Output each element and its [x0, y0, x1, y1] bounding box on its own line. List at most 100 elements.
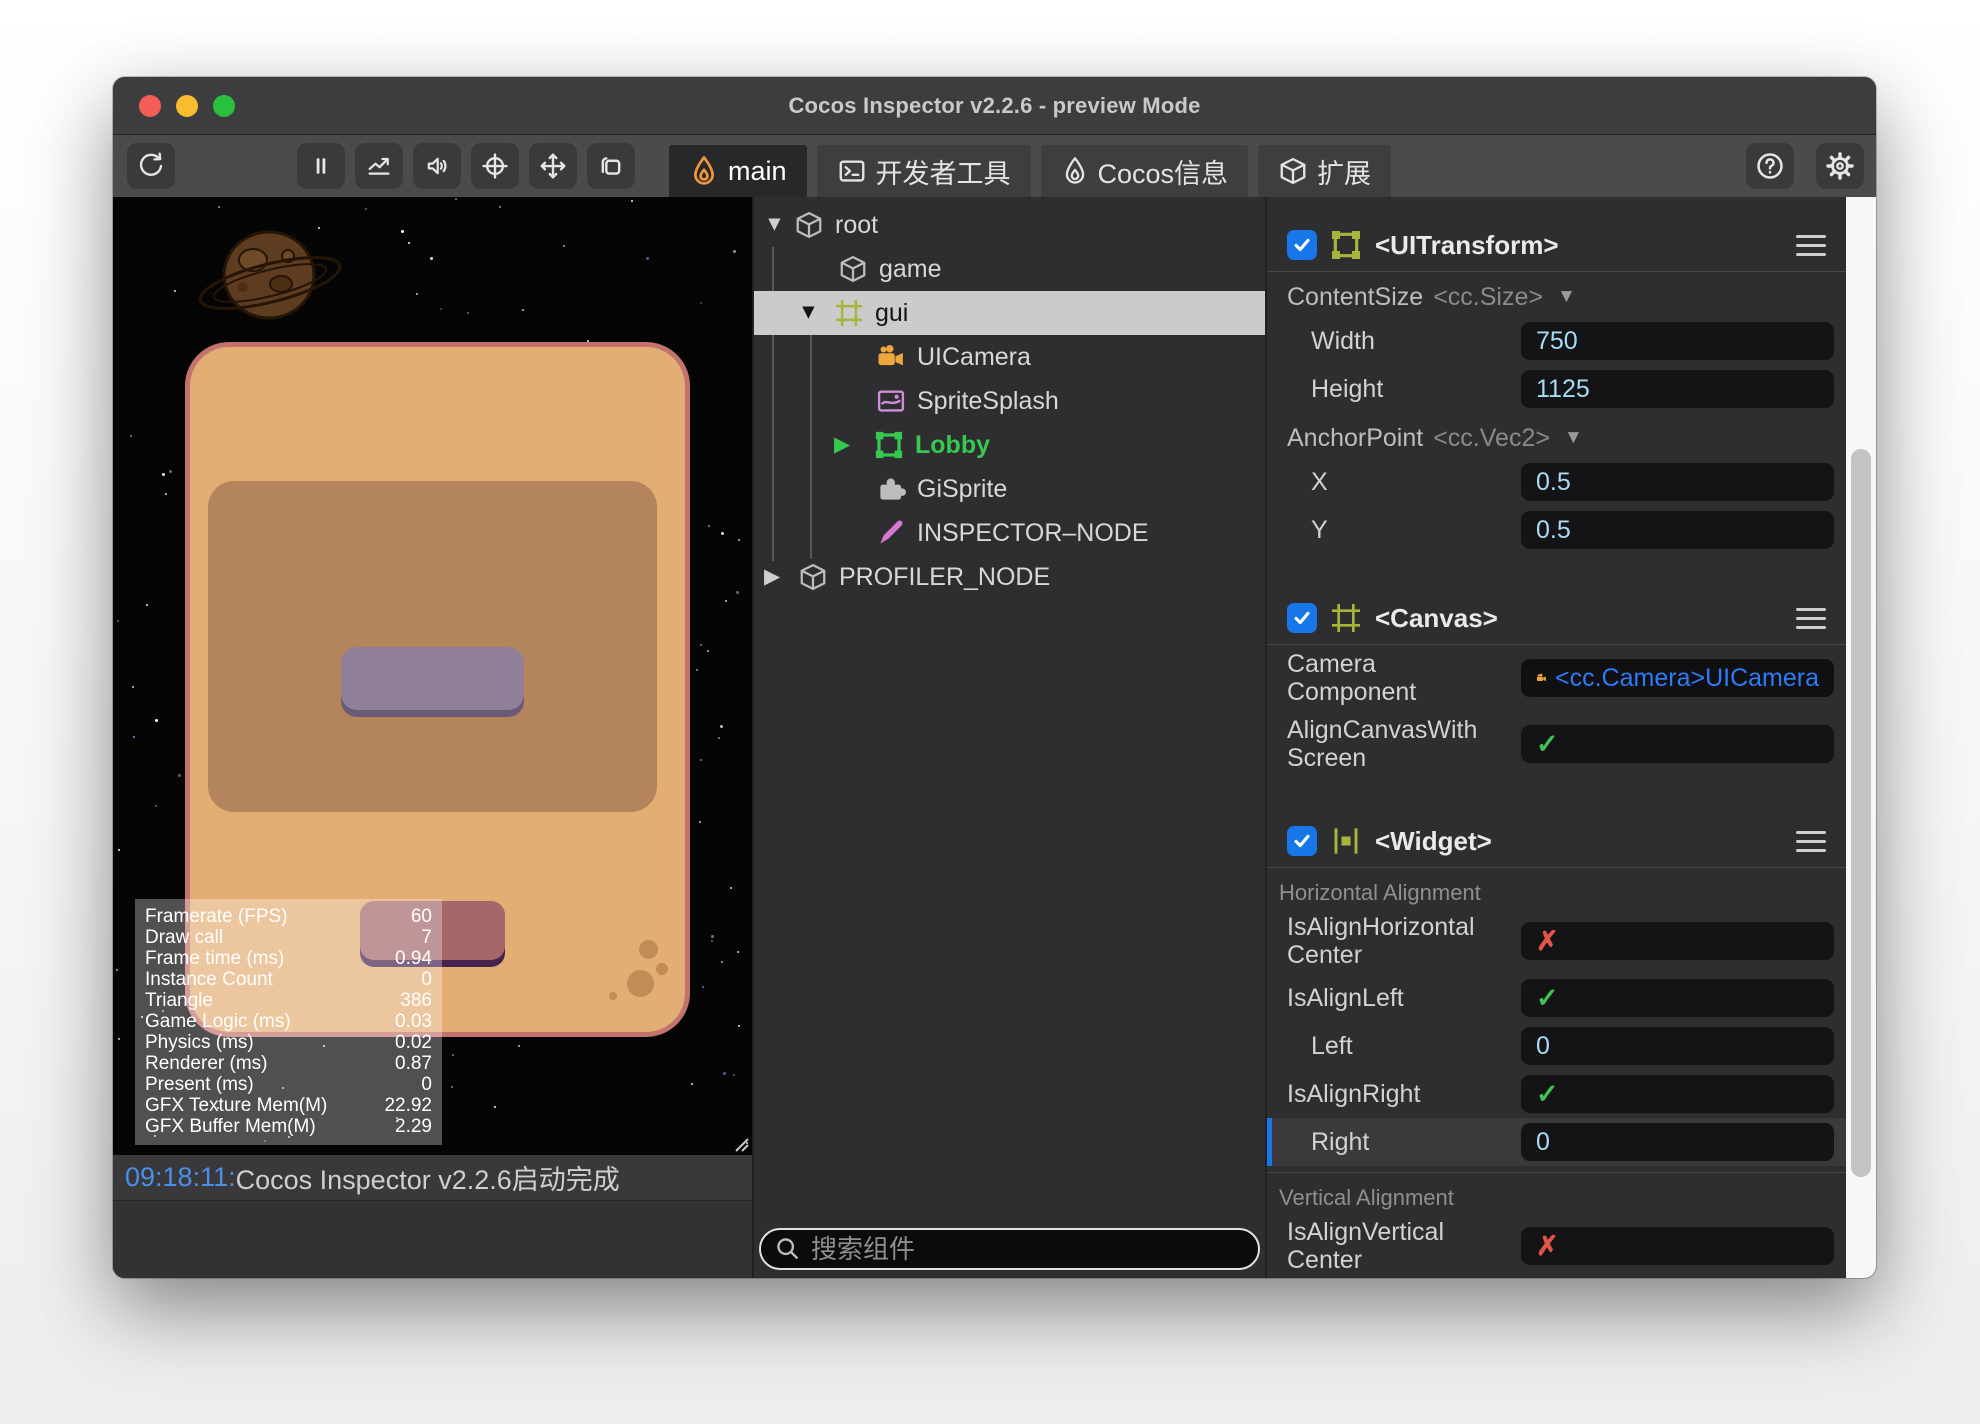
resize-grip-icon[interactable]	[730, 1133, 750, 1153]
audio-button[interactable]	[413, 143, 461, 189]
canvas-icon	[1330, 602, 1362, 634]
help-button[interactable]	[1746, 143, 1794, 189]
tree-node-game[interactable]: game	[754, 247, 1265, 291]
star	[408, 242, 410, 244]
tree-node-uicamera[interactable]: UICamera	[754, 335, 1265, 379]
cube-icon	[1278, 156, 1308, 186]
widget-enabled-checkbox[interactable]	[1287, 826, 1317, 856]
star	[696, 669, 698, 671]
star	[738, 539, 740, 541]
width-input[interactable]: 750	[1521, 322, 1834, 360]
height-row: Height 1125	[1267, 365, 1846, 413]
star	[707, 650, 709, 652]
question-mark-icon	[1754, 150, 1786, 182]
height-input[interactable]: 1125	[1521, 370, 1834, 408]
chevron-down-icon[interactable]: ▼	[1564, 427, 1583, 449]
tab-cocos-info[interactable]: Cocos信息	[1041, 145, 1249, 197]
pause-icon	[307, 152, 335, 180]
right-input[interactable]: 0	[1521, 1123, 1834, 1161]
tab-label: 开发者工具	[876, 152, 1011, 191]
contentsize-group-row[interactable]: ContentSize <cc.Size> ▼	[1267, 272, 1846, 317]
component-menu-button[interactable]	[1796, 831, 1826, 852]
expand-arrow-icon[interactable]: ▶	[764, 564, 780, 589]
fps-stat-row: Frame time (ms)0.94	[145, 948, 432, 969]
tab-label: main	[728, 156, 787, 187]
toolbar: main 开发者工具 Cocos信息 扩展	[113, 135, 1876, 197]
uitransform-enabled-checkbox[interactable]	[1287, 230, 1317, 260]
hierarchy-panel: ▼ root game ▼	[754, 197, 1267, 1278]
anchor-y-input[interactable]: 0.5	[1521, 511, 1834, 549]
zoom-button[interactable]	[213, 95, 235, 117]
left-input[interactable]: 0	[1521, 1027, 1834, 1065]
star	[430, 257, 433, 260]
game-button-purple[interactable]	[341, 647, 524, 710]
tree-node-root[interactable]: ▼ root	[754, 203, 1265, 247]
is-align-horizontal-center-toggle[interactable]: ✗	[1521, 922, 1834, 960]
check-icon: ✓	[1536, 1079, 1559, 1110]
traffic-lights	[139, 77, 235, 134]
ui-frame-icon	[874, 430, 904, 460]
clone-button[interactable]	[587, 143, 635, 189]
settings-button[interactable]	[1816, 143, 1864, 189]
expand-arrow-icon[interactable]: ▶	[834, 432, 850, 457]
component-menu-button[interactable]	[1796, 235, 1826, 256]
is-align-right-toggle[interactable]: ✓	[1521, 1075, 1834, 1113]
fps-stats-overlay: Framerate (FPS)60 Draw call7 Frame time …	[135, 899, 442, 1145]
star	[118, 1038, 120, 1040]
is-align-left-toggle[interactable]: ✓	[1521, 979, 1834, 1017]
fps-stat-row: Present (ms)0	[145, 1074, 432, 1095]
target-button[interactable]	[471, 143, 519, 189]
window-scrollbar[interactable]	[1846, 197, 1876, 1278]
component-menu-button[interactable]	[1796, 608, 1826, 629]
star	[721, 532, 724, 535]
check-icon: ✓	[1536, 983, 1559, 1014]
star	[116, 969, 118, 971]
cross-icon: ✗	[1536, 1231, 1559, 1262]
bubble-decoration	[639, 940, 658, 959]
star	[700, 759, 702, 761]
star	[723, 1072, 726, 1075]
star	[733, 1074, 735, 1076]
minimize-button[interactable]	[176, 95, 198, 117]
chevron-down-icon[interactable]: ▼	[1557, 286, 1576, 308]
move-button[interactable]	[529, 143, 577, 189]
speaker-icon	[423, 152, 451, 180]
tree-node-inspector-node[interactable]: INSPECTOR–NODE	[754, 511, 1265, 555]
align-canvas-toggle[interactable]: ✓	[1521, 725, 1834, 763]
star	[730, 887, 732, 889]
tree-node-profiler-node[interactable]: ▶ PROFILER_NODE	[754, 555, 1265, 599]
tree-node-spritesplash[interactable]: SpriteSplash	[754, 379, 1265, 423]
is-align-vertical-center-toggle[interactable]: ✗	[1521, 1227, 1834, 1265]
tab-main[interactable]: main	[669, 145, 807, 197]
anchor-x-input[interactable]: 0.5	[1521, 463, 1834, 501]
camera-reference-link[interactable]: <cc.Camera>UICamera	[1521, 659, 1834, 697]
canvas-enabled-checkbox[interactable]	[1287, 603, 1317, 633]
tab-devtools[interactable]: 开发者工具	[817, 145, 1031, 197]
refresh-button[interactable]	[127, 143, 175, 189]
pause-button[interactable]	[297, 143, 345, 189]
close-button[interactable]	[139, 95, 161, 117]
type-tag: <cc.Size>	[1433, 283, 1543, 312]
tree-node-lobby[interactable]: ▶ Lobby	[754, 423, 1265, 467]
collapse-arrow-icon[interactable]: ▼	[798, 301, 819, 325]
star	[133, 736, 135, 738]
stats-chart-button[interactable]	[355, 143, 403, 189]
camera-icon	[1536, 664, 1547, 692]
node-tree: ▼ root game ▼	[754, 203, 1265, 599]
component-search[interactable]	[759, 1228, 1260, 1270]
tab-extensions[interactable]: 扩展	[1258, 145, 1391, 197]
tree-node-gui[interactable]: ▼ gui	[754, 291, 1265, 335]
game-viewport[interactable]: Framerate (FPS)60 Draw call7 Frame time …	[113, 197, 752, 1155]
star	[733, 250, 736, 253]
star	[631, 200, 633, 202]
scrollbar-thumb[interactable]	[1851, 449, 1871, 1177]
anchorpoint-group-row[interactable]: AnchorPoint <cc.Vec2> ▼	[1267, 413, 1846, 458]
star	[365, 208, 367, 210]
star	[711, 940, 713, 942]
search-input[interactable]	[811, 1234, 1245, 1265]
tree-node-gisprite[interactable]: GiSprite	[754, 467, 1265, 511]
cross-icon: ✗	[1536, 926, 1559, 957]
collapse-arrow-icon[interactable]: ▼	[764, 213, 785, 237]
horizontal-alignment-header: Horizontal Alignment	[1267, 868, 1846, 908]
search-icon	[774, 1235, 802, 1263]
